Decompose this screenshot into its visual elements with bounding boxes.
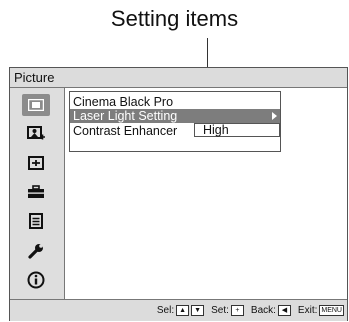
menu-item-laser-light-setting[interactable]: Laser Light Setting xyxy=(70,109,280,123)
menu-footer: Sel: ▲ ▼ Set: + Back: ◀ Exit: MENU xyxy=(10,299,347,321)
menu-title: Picture xyxy=(10,68,347,88)
screen-icon[interactable] xyxy=(22,152,50,174)
sel-hint: Sel: ▲ ▼ xyxy=(156,301,205,321)
menu-item-cinema-black-pro[interactable]: Cinema Black Pro xyxy=(70,95,173,109)
back-hint: Back: ◀ xyxy=(251,301,291,321)
menu-sidebar xyxy=(10,88,65,299)
up-arrow-icon: ▲ xyxy=(176,305,190,316)
sel-label: Sel: xyxy=(156,304,175,316)
setting-items: Cinema Black Pro Laser Light Setting Con… xyxy=(69,91,281,152)
list-icon[interactable] xyxy=(22,210,50,232)
info-icon[interactable] xyxy=(22,269,50,291)
enter-icon: + xyxy=(230,305,244,316)
chevron-right-icon xyxy=(272,112,277,120)
exit-label: Exit: xyxy=(297,304,318,316)
back-label: Back: xyxy=(250,304,276,316)
contrast-enhancer-value[interactable]: High xyxy=(194,123,280,137)
menu-key: MENU xyxy=(319,305,344,316)
picture-icon[interactable] xyxy=(22,94,50,116)
wrench-icon[interactable] xyxy=(22,240,50,262)
set-label: Set: xyxy=(211,304,229,316)
callout-label: Setting items xyxy=(110,6,239,31)
menu-content: Cinema Black Pro Laser Light Setting Con… xyxy=(66,88,347,299)
picture-menu: Picture Cinema Black Pro Laser Light Set… xyxy=(9,67,348,321)
set-hint: Set: + xyxy=(211,301,244,321)
picture-plus-icon[interactable] xyxy=(22,123,50,145)
toolbox-icon[interactable] xyxy=(22,181,50,203)
menu-item-contrast-enhancer[interactable]: Contrast Enhancer xyxy=(70,124,177,138)
menu-item-label: Contrast Enhancer xyxy=(73,124,178,138)
down-arrow-icon: ▼ xyxy=(191,305,205,316)
exit-hint: Exit: MENU xyxy=(298,301,344,321)
left-arrow-icon: ◀ xyxy=(277,305,291,316)
menu-item-label: Laser Light Setting xyxy=(73,109,178,123)
menu-item-label: Cinema Black Pro xyxy=(73,95,174,109)
